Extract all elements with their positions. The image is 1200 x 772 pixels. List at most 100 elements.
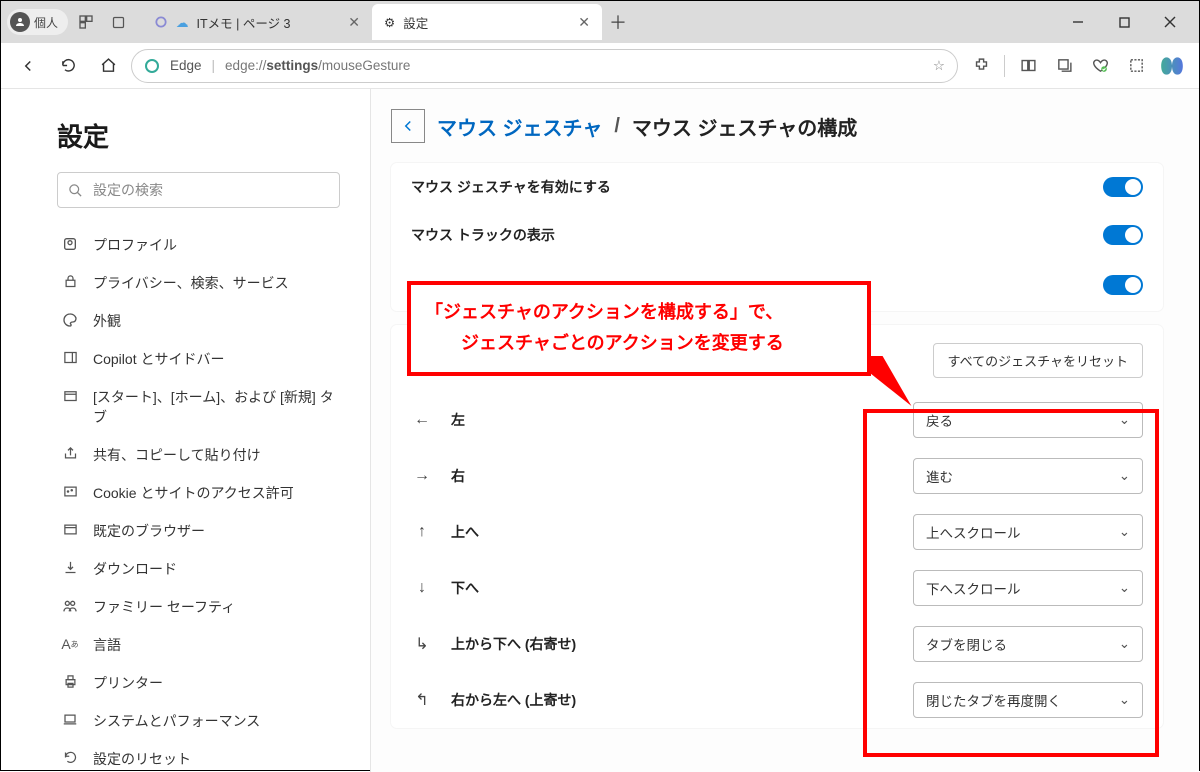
url-divider: | — [212, 58, 216, 73]
gesture-action-select[interactable]: 閉じたタブを再度開く⌄ — [913, 682, 1143, 718]
sidebar-item-appearance[interactable]: 外観 — [57, 302, 340, 340]
toggle-switch[interactable] — [1103, 225, 1143, 245]
family-icon — [61, 598, 79, 614]
gesture-action-select[interactable]: 進む⌄ — [913, 458, 1143, 494]
sidebar-item-share[interactable]: 共有、コピーして貼り付け — [57, 436, 340, 474]
close-window-button[interactable] — [1147, 6, 1193, 38]
arrow-updown-icon: ↳ — [411, 634, 433, 654]
breadcrumb-sep: / — [614, 115, 620, 138]
collections-icon[interactable] — [1047, 49, 1081, 83]
breadcrumb: マウス ジェスチャ / マウス ジェスチャの構成 — [391, 109, 1163, 143]
gesture-right-left-top: ↰ 右から左へ (上寄せ) 閉じたタブを再度開く⌄ — [391, 672, 1163, 728]
sidebar-item-language[interactable]: Aあ言語 — [57, 626, 340, 664]
browser-toolbar: Edge | edge://settings/mouseGesture ☆ ⋯ — [1, 43, 1199, 89]
tab-label: ITメモ | ページ 3 — [197, 13, 291, 32]
minimize-button[interactable] — [1055, 6, 1101, 38]
chevron-down-icon: ⌄ — [1119, 468, 1130, 484]
back-button[interactable] — [11, 49, 45, 83]
language-icon: Aあ — [61, 636, 79, 652]
tab-settings[interactable]: ⚙ 設定 ✕ — [372, 4, 602, 40]
window-titlebar: 個人 ☁ ITメモ | ページ 3 ✕ ⚙ 設定 ✕ ＋ — [1, 1, 1199, 43]
settings-main: マウス ジェスチャ / マウス ジェスチャの構成 マウス ジェスチャを有効にする… — [371, 89, 1199, 772]
search-placeholder: 設定の検索 — [93, 180, 163, 200]
sidebar-item-copilot[interactable]: Copilot とサイドバー — [57, 340, 340, 378]
chevron-down-icon: ⌄ — [1119, 692, 1130, 708]
sidebar-item-system[interactable]: システムとパフォーマンス — [57, 702, 340, 740]
search-icon — [68, 183, 83, 198]
breadcrumb-link[interactable]: マウス ジェスチャ — [437, 112, 602, 141]
gesture-label: 右から左へ (上寄せ) — [451, 690, 681, 710]
address-bar[interactable]: Edge | edge://settings/mouseGesture ☆ — [131, 49, 958, 83]
arrow-left-icon: ← — [411, 411, 433, 429]
toggle-switch[interactable] — [1103, 177, 1143, 197]
laptop-icon — [61, 712, 79, 727]
toolbar-right: ⋯ — [964, 49, 1189, 83]
sidebar-item-start[interactable]: [スタート]、[ホーム]、および [新規] タブ — [57, 378, 340, 436]
share-icon — [61, 446, 79, 461]
sidebar-item-family[interactable]: ファミリー セーフティ — [57, 588, 340, 626]
sidebar-item-profile[interactable]: プロファイル — [57, 226, 340, 264]
sidebar-item-downloads[interactable]: ダウンロード — [57, 550, 340, 588]
toggle-label: マウス トラックの表示 — [411, 225, 555, 245]
page-title: 設定 — [57, 117, 340, 154]
sidebar-item-privacy[interactable]: プライバシー、検索、サービス — [57, 264, 340, 302]
gesture-action-select[interactable]: 戻る⌄ — [913, 402, 1143, 438]
sidebar-item-cookies[interactable]: Cookie とサイトのアクセス許可 — [57, 474, 340, 512]
sidebar-panel-icon — [61, 350, 79, 365]
toggle-switch[interactable] — [1103, 275, 1143, 295]
workspaces-icon[interactable] — [72, 8, 100, 36]
screenshot-icon[interactable] — [1119, 49, 1153, 83]
arrow-down-icon: ↓ — [411, 579, 433, 597]
settings-search-input[interactable]: 設定の検索 — [57, 172, 340, 208]
settings-menu: プロファイル プライバシー、検索、サービス 外観 Copilot とサイドバー … — [57, 226, 340, 772]
close-icon[interactable]: ✕ — [578, 14, 590, 31]
cloud-icon: ☁ — [176, 15, 189, 30]
gesture-label: 下へ — [451, 578, 681, 598]
profile-chip[interactable]: 個人 — [7, 9, 68, 35]
maximize-button[interactable] — [1101, 6, 1147, 38]
gesture-right: → 右 進む⌄ — [391, 448, 1163, 504]
gesture-label: 左 — [451, 410, 681, 430]
gesture-action-select[interactable]: 下へスクロール⌄ — [913, 570, 1143, 606]
chevron-down-icon: ⌄ — [1119, 580, 1130, 596]
arrow-right-icon: → — [411, 467, 433, 485]
heart-icon[interactable] — [1083, 49, 1117, 83]
reset-all-button[interactable]: すべてのジェスチャをリセット — [933, 343, 1143, 378]
edge-logo-icon — [144, 58, 160, 74]
gesture-label: 上へ — [451, 522, 681, 542]
gesture-left: ← 左 戻る⌄ — [391, 392, 1163, 448]
close-icon[interactable]: ✕ — [348, 14, 360, 31]
tab-actions-icon[interactable] — [104, 8, 132, 36]
gesture-label: 右 — [451, 466, 681, 486]
split-screen-icon[interactable] — [1011, 49, 1045, 83]
gesture-up-down-right: ↳ 上から下へ (右寄せ) タブを閉じる⌄ — [391, 616, 1163, 672]
toolbar-divider — [1004, 55, 1005, 77]
tab-strip: ☁ ITメモ | ページ 3 ✕ ⚙ 設定 ✕ ＋ — [142, 4, 634, 40]
home-button[interactable] — [91, 49, 125, 83]
sidebar-item-default-browser[interactable]: 既定のブラウザー — [57, 512, 340, 550]
extensions-icon[interactable] — [964, 49, 998, 83]
arrow-rightleft-icon: ↰ — [411, 690, 433, 710]
sidebar-item-reset[interactable]: 設定のリセット — [57, 740, 340, 772]
annotation-line1: 「ジェスチャのアクションを構成する」で、 — [425, 297, 853, 328]
window-controls — [1055, 6, 1193, 38]
gesture-action-select[interactable]: タブを閉じる⌄ — [913, 626, 1143, 662]
favorite-star-icon[interactable]: ☆ — [933, 58, 945, 74]
gesture-up: ↑ 上へ 上へスクロール⌄ — [391, 504, 1163, 560]
breadcrumb-back-button[interactable] — [391, 109, 425, 143]
tabs-icon — [61, 388, 79, 403]
gesture-card: ジェスチャのアクションを構成する すべてのジェスチャをリセット ← 左 戻る⌄ … — [391, 325, 1163, 728]
gesture-label: 上から下へ (右寄せ) — [451, 634, 681, 654]
lock-icon — [61, 274, 79, 289]
gesture-down: ↓ 下へ 下へスクロール⌄ — [391, 560, 1163, 616]
download-icon — [61, 560, 79, 575]
printer-icon — [61, 674, 79, 689]
gesture-action-select[interactable]: 上へスクロール⌄ — [913, 514, 1143, 550]
sidebar-item-printer[interactable]: プリンター — [57, 664, 340, 702]
copilot-icon[interactable] — [1159, 53, 1185, 79]
toggle-enable-gesture: マウス ジェスチャを有効にする — [391, 163, 1163, 211]
settings-sidebar: 設定 設定の検索 プロファイル プライバシー、検索、サービス 外観 Copilo… — [1, 89, 371, 772]
new-tab-button[interactable]: ＋ — [602, 4, 634, 40]
refresh-button[interactable] — [51, 49, 85, 83]
tab-itmemo[interactable]: ☁ ITメモ | ページ 3 ✕ — [142, 4, 372, 40]
